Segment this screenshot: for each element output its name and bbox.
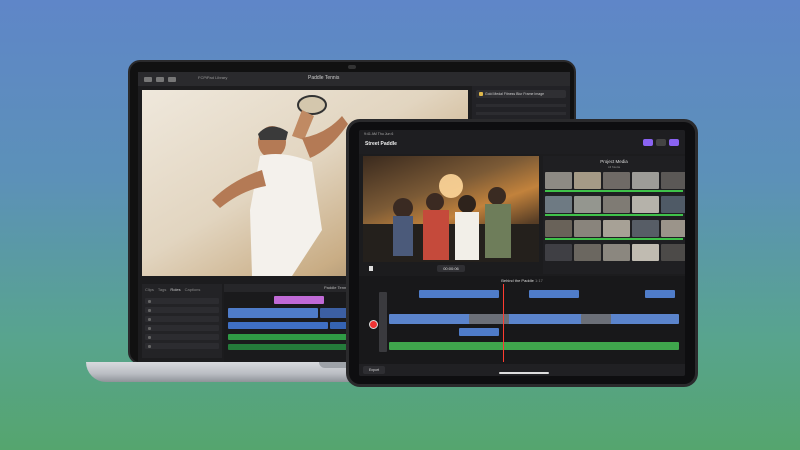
item-icon: [148, 299, 151, 303]
ipad-viewer[interactable]: [363, 156, 539, 262]
ipad-toolbar: 9:41 AM Thu Jun 6 Street Paddle: [359, 130, 685, 154]
group-photo-image: [363, 174, 539, 262]
browser-item[interactable]: [145, 325, 219, 331]
media-thumbnail[interactable]: [545, 220, 572, 237]
project-name: Street Paddle: [365, 141, 397, 147]
browser-sidebar: Clips Tags Roles Captions: [142, 284, 222, 358]
timeline-clip[interactable]: [529, 290, 579, 298]
media-thumbnail[interactable]: [661, 172, 685, 189]
project-title: Paddle Tennis: [308, 75, 340, 81]
media-thumbnail[interactable]: [603, 244, 630, 261]
project-media-title: Project Media: [600, 159, 628, 164]
home-indicator: [499, 372, 549, 374]
import-icon[interactable]: [144, 76, 152, 82]
browser-item[interactable]: [145, 343, 219, 349]
media-thumbnail[interactable]: [632, 220, 659, 237]
timeline-clip[interactable]: [419, 290, 499, 298]
library-label: FCPiPad Library: [198, 75, 228, 80]
analysis-icon[interactable]: [168, 76, 176, 82]
media-thumbnail[interactable]: [574, 196, 601, 213]
media-thumbnail[interactable]: [661, 244, 685, 261]
settings-button[interactable]: [669, 139, 679, 146]
media-thumbnail[interactable]: [545, 172, 572, 189]
tab-captions[interactable]: Captions: [185, 287, 201, 292]
ipad: 9:41 AM Thu Jun 6 Street Paddle 00:00:06…: [346, 119, 698, 387]
item-icon: [148, 317, 151, 321]
inspector-row[interactable]: [476, 104, 566, 107]
project-media-panel: Project Media All Media: [543, 156, 685, 274]
timeline-clip[interactable]: [228, 322, 328, 329]
media-thumbnail[interactable]: [603, 196, 630, 213]
media-row-bar: [545, 190, 683, 192]
timeline-clip[interactable]: [274, 296, 324, 304]
media-thumbnail[interactable]: [603, 172, 630, 189]
ipad-bottom-bar: Export: [359, 364, 685, 376]
item-icon: [148, 308, 151, 312]
timeline-duration: 1:17: [535, 278, 543, 283]
timecode: 00:00:06: [437, 265, 465, 272]
inspector-row[interactable]: [476, 112, 566, 115]
media-row-bar: [545, 214, 683, 216]
timeline-name: Behind the Paddle: [501, 278, 534, 283]
media-row-bar: [545, 238, 683, 240]
browser-item[interactable]: [145, 307, 219, 313]
media-thumbnail[interactable]: [661, 196, 685, 213]
export-button[interactable]: Export: [363, 366, 385, 374]
tab-tags[interactable]: Tags: [158, 287, 166, 292]
media-thumbnail[interactable]: [603, 220, 630, 237]
media-thumbnail[interactable]: [632, 196, 659, 213]
media-thumbnail[interactable]: [545, 196, 572, 213]
media-thumbnail[interactable]: [574, 172, 601, 189]
timeline-clip[interactable]: [459, 328, 499, 336]
browser-tabs: Clips Tags Roles Captions: [142, 284, 222, 295]
timeline-clip[interactable]: [228, 308, 318, 318]
transport-bar: 00:00:06: [363, 264, 539, 274]
media-thumbnail[interactable]: [632, 244, 659, 261]
volume-slider[interactable]: [379, 292, 387, 352]
media-thumbnail[interactable]: [574, 220, 601, 237]
timeline-clip[interactable]: [645, 290, 675, 298]
camera-notch: [348, 65, 356, 69]
audio-clip[interactable]: [389, 342, 679, 350]
status-time: 9:41 AM Thu Jun 6: [364, 132, 394, 136]
tab-clips[interactable]: Clips: [145, 287, 154, 292]
browser-item[interactable]: [145, 298, 219, 304]
titlebar: FCPiPad Library Paddle Tennis: [138, 72, 570, 86]
toolbar-buttons: [643, 139, 679, 146]
timeline-title: Behind the Paddle 1:17: [359, 278, 685, 283]
item-icon: [148, 344, 151, 348]
browser-item[interactable]: [145, 316, 219, 322]
inspector-header: Gold Medal Fitness Blur Frame Image: [476, 90, 566, 98]
project-media-sub: All Media: [607, 165, 621, 169]
timeline-clip[interactable]: [389, 314, 679, 324]
item-icon: [148, 326, 151, 330]
media-thumbnail[interactable]: [661, 220, 685, 237]
ipad-screen: 9:41 AM Thu Jun 6 Street Paddle 00:00:06…: [359, 130, 685, 376]
record-icon[interactable]: [369, 320, 378, 329]
item-icon: [148, 335, 151, 339]
media-thumbnail[interactable]: [574, 244, 601, 261]
media-button[interactable]: [656, 139, 666, 146]
playhead[interactable]: [503, 284, 504, 362]
inspector-title: Gold Medal Fitness Blur Frame Image: [485, 92, 545, 96]
ipad-timeline[interactable]: Behind the Paddle 1:17: [359, 276, 685, 376]
media-thumbnail[interactable]: [545, 244, 572, 261]
keyword-icon[interactable]: [156, 76, 164, 82]
play-icon[interactable]: [369, 266, 373, 271]
timeline-clip[interactable]: [581, 314, 611, 324]
tab-roles[interactable]: Roles: [170, 287, 180, 292]
photos-button[interactable]: [643, 139, 653, 146]
inspector-icon: [479, 92, 483, 96]
media-thumbnail[interactable]: [632, 172, 659, 189]
browser-item[interactable]: [145, 334, 219, 340]
